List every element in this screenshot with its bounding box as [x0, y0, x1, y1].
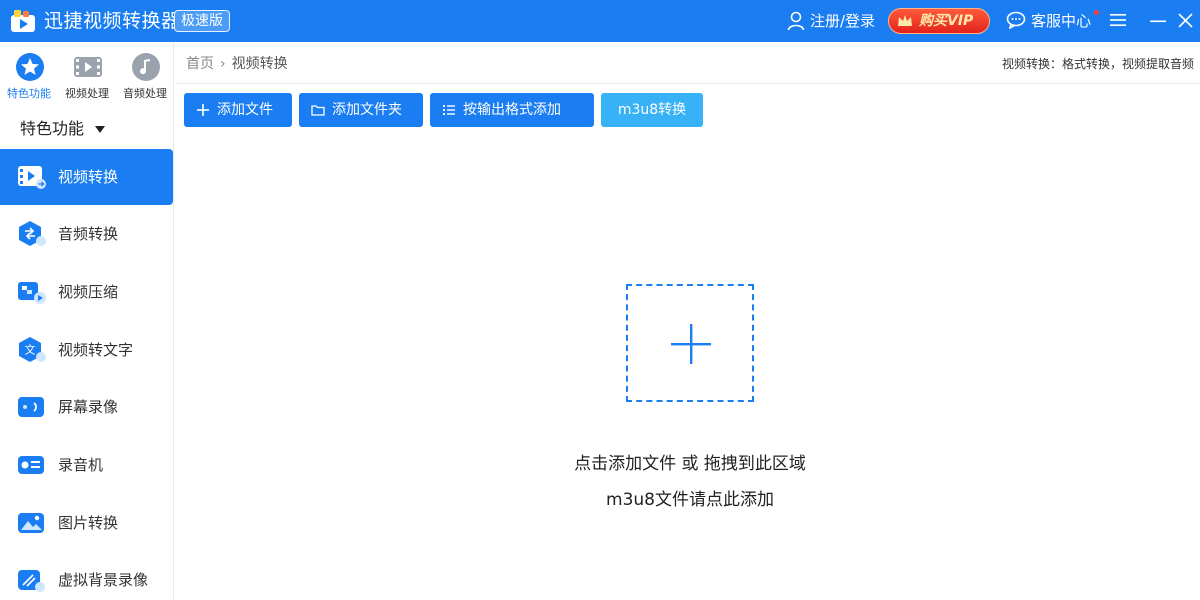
buy-vip-label: 购买VIP: [919, 13, 974, 29]
add-by-format-button[interactable]: 按输出格式添加: [430, 93, 594, 127]
caret-down-icon[interactable]: [95, 126, 105, 133]
breadcrumb-current: 视频转换: [231, 56, 288, 72]
category-label: 特色功能: [7, 87, 51, 100]
drop-instruction[interactable]: 点击添加文件 或 拖拽到此区域: [440, 452, 940, 476]
recorder-icon: [18, 456, 44, 474]
m3u8-convert-button[interactable]: m3u8转换: [601, 93, 703, 127]
star-icon: [16, 53, 44, 81]
edition-badge: 极速版: [174, 10, 230, 32]
audio-convert-icon: [19, 221, 46, 246]
login-link[interactable]: 注册/登录: [810, 11, 875, 31]
sidebar-item-label: 视频压缩: [58, 283, 119, 301]
divider: [175, 83, 1200, 84]
add-file-button[interactable]: 添加文件: [184, 93, 292, 127]
virtual-background-icon: [18, 570, 45, 592]
title-bar: 迅捷视频转换器 极速版 注册/登录 购买VIP 客服中心: [0, 0, 1200, 42]
film-icon: [74, 57, 102, 77]
category-label: 视频处理: [65, 87, 109, 100]
close-icon[interactable]: [1178, 13, 1193, 28]
sidebar-item-virtual-background[interactable]: 虚拟背景录像: [0, 552, 173, 600]
category-tab-video[interactable]: 视频处理: [58, 52, 116, 104]
menu-icon[interactable]: [1110, 13, 1126, 27]
app-title: 迅捷视频转换器: [44, 10, 181, 32]
video-convert-icon: [18, 166, 46, 189]
chat-icon[interactable]: [1006, 11, 1026, 29]
category-tab-featured[interactable]: 特色功能: [0, 52, 58, 104]
sidebar-item-video-to-text[interactable]: 文 视频转文字: [0, 322, 173, 378]
image-convert-icon: [18, 513, 44, 533]
sidebar-item-label: 视频转文字: [58, 341, 134, 359]
sidebar-item-label: 音频转换: [58, 225, 119, 243]
sidebar-item-screen-record[interactable]: 屏幕录像: [0, 379, 173, 435]
sidebar-item-video-compress[interactable]: 视频压缩: [0, 264, 173, 320]
svg-text:文: 文: [25, 343, 36, 357]
sidebar-item-recorder[interactable]: 录音机: [0, 437, 173, 493]
m3u8-add-link[interactable]: m3u8文件请点此添加: [440, 488, 940, 512]
crown-icon: [898, 15, 912, 26]
add-folder-label: 添加文件夹: [332, 102, 402, 118]
sidebar-item-audio-convert[interactable]: 音频转换: [0, 206, 173, 262]
video-to-text-icon: 文: [19, 337, 46, 362]
buy-vip-button[interactable]: 购买VIP: [888, 8, 990, 34]
app-logo-icon: [11, 10, 35, 32]
page-hint: 视频转换：格式转换，视频提取音频: [1001, 57, 1194, 71]
sidebar-item-label: 图片转换: [58, 514, 119, 532]
notification-dot: [1094, 10, 1099, 15]
folder-icon: [311, 105, 325, 116]
breadcrumb-home[interactable]: 首页: [186, 56, 214, 72]
category-tab-audio[interactable]: 音频处理: [116, 52, 174, 104]
category-label: 音频处理: [123, 87, 167, 100]
add-by-format-label: 按输出格式添加: [463, 102, 561, 118]
screen-record-icon: [18, 397, 44, 417]
sidebar-item-label: 视频转换: [58, 168, 119, 186]
sidebar-item-video-convert[interactable]: 视频转换: [0, 149, 173, 205]
sidebar-item-label: 录音机: [58, 456, 104, 474]
drop-zone[interactable]: [626, 284, 754, 402]
user-icon[interactable]: [787, 11, 805, 31]
sidebar-item-label: 虚拟背景录像: [58, 571, 149, 589]
customer-service-link[interactable]: 客服中心: [1031, 11, 1091, 31]
video-compress-icon: [18, 282, 46, 304]
m3u8-convert-label: m3u8转换: [617, 102, 687, 118]
breadcrumb: 首页 › 视频转换: [186, 54, 288, 74]
sidebar: 特色功能 视频处理 音频处理 特色功能 视频转换 音频转换 视频压缩 文 视频转…: [0, 42, 174, 600]
list-icon: [443, 105, 455, 115]
plus-icon: [197, 104, 209, 116]
sidebar-item-image-convert[interactable]: 图片转换: [0, 495, 173, 551]
section-title[interactable]: 特色功能: [20, 118, 84, 140]
music-disc-icon: [132, 53, 160, 81]
plus-icon: [671, 324, 711, 364]
add-file-label: 添加文件: [217, 102, 273, 118]
minimize-icon[interactable]: [1150, 13, 1166, 29]
add-folder-button[interactable]: 添加文件夹: [299, 93, 423, 127]
sidebar-item-label: 屏幕录像: [58, 398, 119, 416]
breadcrumb-separator: ›: [220, 56, 226, 72]
